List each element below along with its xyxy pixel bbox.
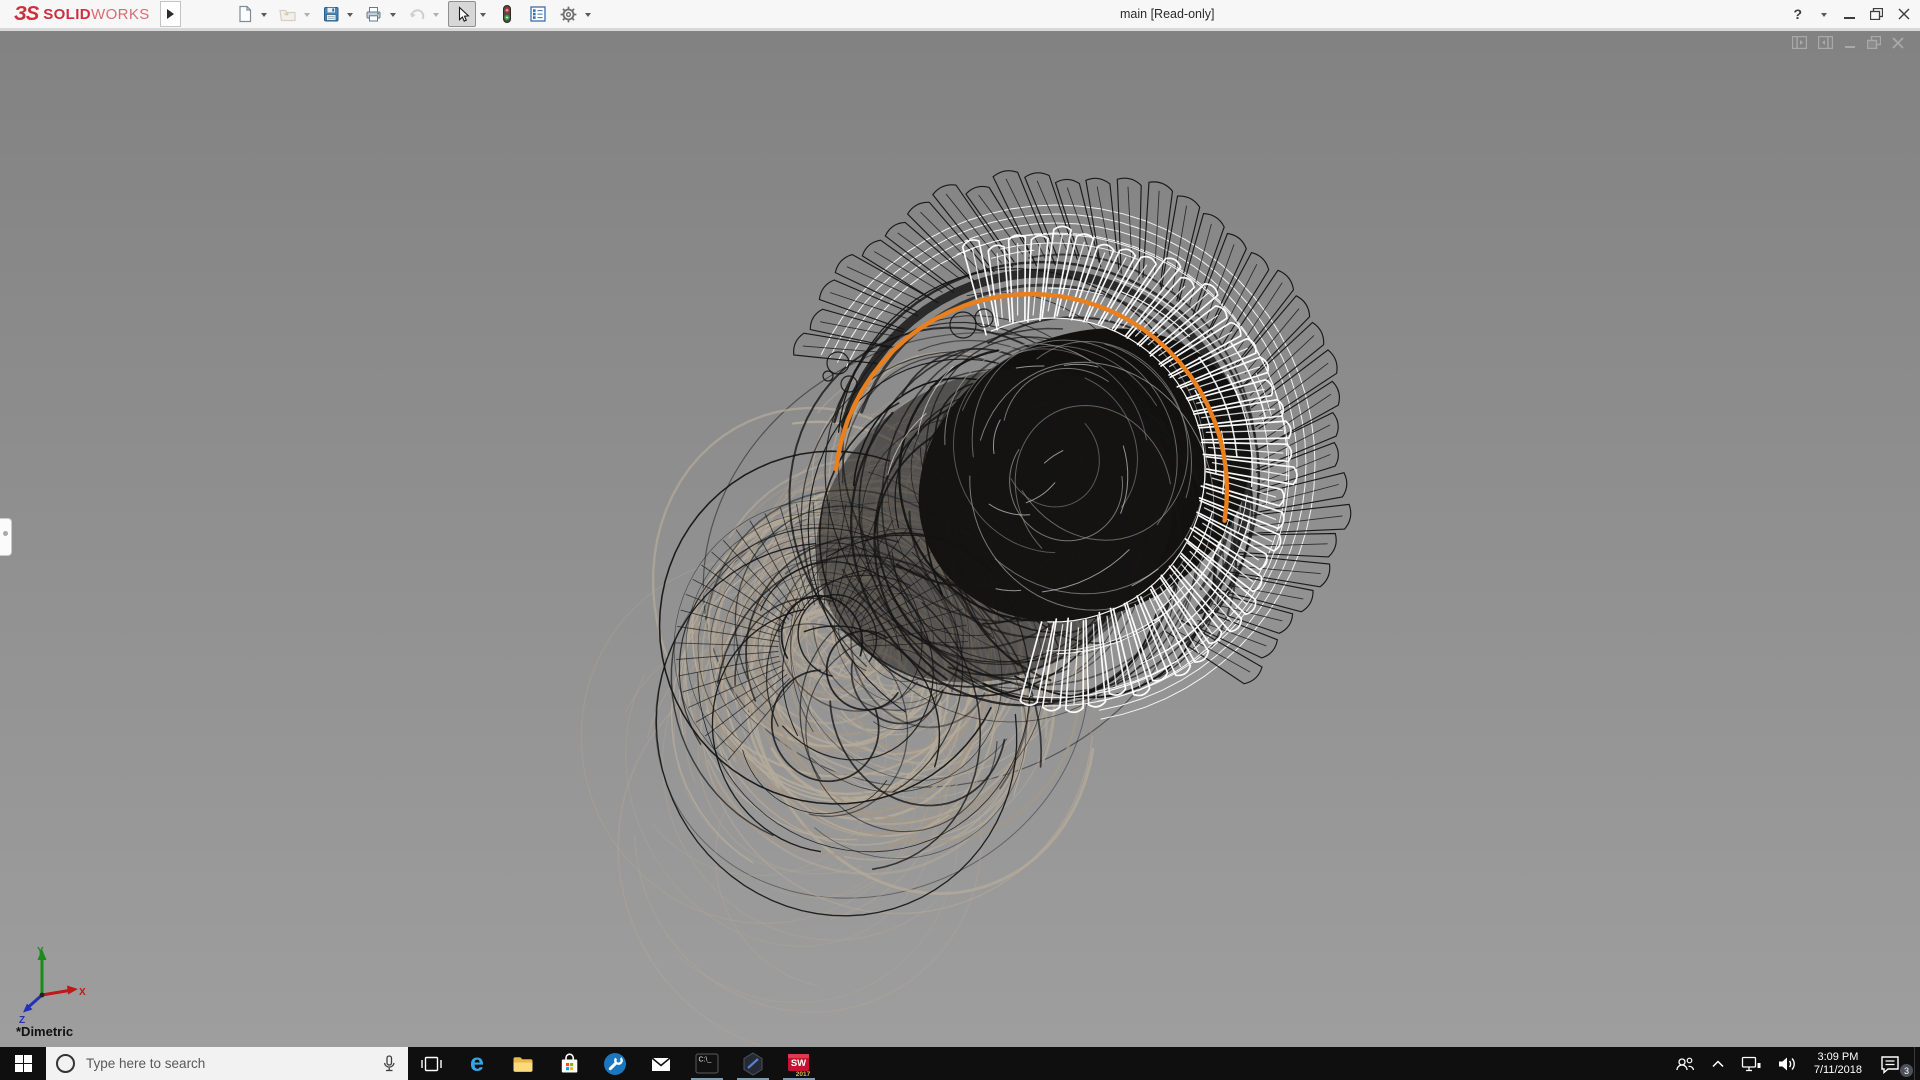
main-toolbar — [233, 1, 600, 27]
graphics-viewport[interactable]: Y X Z *Dimetric — [0, 31, 1920, 1047]
triad-y-label: Y — [37, 946, 44, 957]
action-center-icon — [1881, 1055, 1899, 1074]
start-button[interactable] — [0, 1047, 46, 1080]
orientation-triad: Y X Z — [19, 946, 86, 1025]
cmd-prompt-text: C:\_ — [699, 1057, 712, 1064]
print-dropdown[interactable] — [389, 12, 396, 20]
speaker-icon — [1778, 1057, 1795, 1070]
close-button[interactable] — [1898, 8, 1910, 20]
save-floppy-icon — [323, 7, 339, 22]
network-button[interactable] — [1733, 1047, 1769, 1080]
sw-letters: SW — [791, 1058, 806, 1069]
tray-overflow-button[interactable] — [1703, 1047, 1733, 1080]
tray-time: 3:09 PM — [1817, 1050, 1859, 1063]
store-button[interactable] — [546, 1047, 592, 1080]
open-folder-icon — [279, 9, 296, 22]
options-report-button[interactable] — [526, 2, 550, 26]
cortana-icon — [56, 1054, 75, 1073]
screen: { "window": { "brand": {"mark": "ЗS", "b… — [0, 0, 1920, 1080]
task-view-button[interactable] — [408, 1047, 454, 1080]
hexagon-app-icon — [743, 1051, 763, 1076]
action-center-button[interactable]: 3 — [1871, 1047, 1914, 1080]
select-arrow-icon — [458, 5, 470, 22]
window-controls: ? — [1793, 0, 1910, 28]
mail-button[interactable] — [638, 1047, 684, 1080]
show-desktop-button[interactable] — [1914, 1047, 1920, 1080]
print-button[interactable] — [362, 2, 386, 26]
windows-logo-icon — [14, 1055, 32, 1072]
file-explorer-icon — [513, 1056, 533, 1072]
brand-works: WORKS — [91, 5, 150, 23]
pane-right-button[interactable] — [1818, 36, 1833, 49]
search-input[interactable] — [84, 1055, 371, 1072]
doc-restore-button[interactable] — [1867, 36, 1881, 49]
solidworks-taskbar-button[interactable]: SW 2017 — [776, 1047, 822, 1080]
new-dropdown[interactable] — [260, 12, 267, 20]
print-icon — [366, 7, 381, 22]
select-tool-button[interactable] — [447, 1, 476, 27]
chevron-up-icon — [1712, 1059, 1724, 1067]
command-prompt-button[interactable]: C:\_ — [684, 1047, 730, 1080]
feature-pane-tab[interactable] — [0, 518, 12, 556]
traffic-light-icon — [502, 5, 511, 23]
system-tray: 3:09 PM 7/11/2018 3 — [1667, 1047, 1920, 1080]
gear-icon — [560, 6, 577, 22]
minimize-button[interactable] — [1844, 17, 1855, 19]
doc-minimize-button[interactable] — [1844, 36, 1856, 49]
settings-dropdown[interactable] — [584, 12, 591, 20]
hexagon-app-button[interactable] — [730, 1047, 776, 1080]
undo-dropdown[interactable] — [432, 12, 439, 20]
ds-logo-mark: ЗS — [14, 2, 39, 25]
pane-left-button[interactable] — [1792, 36, 1807, 49]
document-title: main [Read-only] — [1120, 7, 1215, 21]
mail-icon — [651, 1056, 671, 1071]
edge-icon: e — [470, 1049, 484, 1077]
help-dropdown[interactable] — [1821, 12, 1827, 20]
store-icon — [561, 1053, 577, 1073]
traffic-light-button[interactable] — [495, 2, 519, 26]
undo-button[interactable] — [405, 2, 429, 26]
pane-tab-dot-icon — [3, 531, 8, 536]
edge-button[interactable]: e — [454, 1047, 500, 1080]
microphone-icon[interactable] — [380, 1054, 398, 1074]
new-document-button[interactable] — [233, 2, 257, 26]
notification-badge: 3 — [1900, 1064, 1913, 1077]
solidworks-logo: ЗS SOLID WORKS — [0, 0, 158, 28]
view-orientation-label: *Dimetric — [16, 1024, 74, 1039]
engine-wireframe[interactable] — [0, 31, 1920, 1047]
command-prompt-icon: C:\_ — [695, 1053, 719, 1074]
expand-arrow-icon — [166, 9, 174, 19]
open-dropdown[interactable] — [303, 12, 310, 20]
solidworks-app-icon: SW 2017 — [788, 1053, 811, 1077]
brand-solid: SOLID — [43, 5, 92, 23]
save-dropdown[interactable] — [346, 12, 353, 20]
select-dropdown[interactable] — [479, 12, 486, 20]
taskbar: e C:\_ SW2017 3:09 PM 7/11/20 — [0, 1047, 1920, 1080]
file-explorer-button[interactable] — [500, 1047, 546, 1080]
help-button[interactable]: ? — [1793, 6, 1802, 22]
menu-expand-button[interactable] — [159, 1, 181, 27]
doc-close-button[interactable] — [1892, 36, 1904, 49]
taskbar-search[interactable] — [46, 1047, 408, 1080]
new-document-icon — [239, 5, 251, 23]
people-icon — [1676, 1057, 1694, 1070]
clock[interactable]: 3:09 PM 7/11/2018 — [1805, 1047, 1871, 1080]
sw-year: 2017 — [796, 1071, 811, 1077]
open-button[interactable] — [276, 2, 300, 26]
volume-button[interactable] — [1769, 1047, 1805, 1080]
settings-gear-button[interactable] — [557, 2, 581, 26]
document-window-controls — [1792, 36, 1904, 49]
task-view-icon — [421, 1056, 442, 1071]
restore-button[interactable] — [1870, 8, 1883, 20]
tray-date: 7/11/2018 — [1813, 1063, 1862, 1076]
tool-app-button[interactable] — [592, 1047, 638, 1080]
triad-x-label: X — [79, 987, 86, 998]
undo-icon — [409, 9, 424, 20]
wrench-circle-icon — [604, 1052, 626, 1075]
titlebar: ЗS SOLID WORKS main [Read-only] ? — [0, 0, 1920, 31]
people-button[interactable] — [1667, 1047, 1703, 1080]
options-report-icon — [530, 6, 546, 22]
network-icon — [1741, 1056, 1761, 1071]
save-button[interactable] — [319, 2, 343, 26]
